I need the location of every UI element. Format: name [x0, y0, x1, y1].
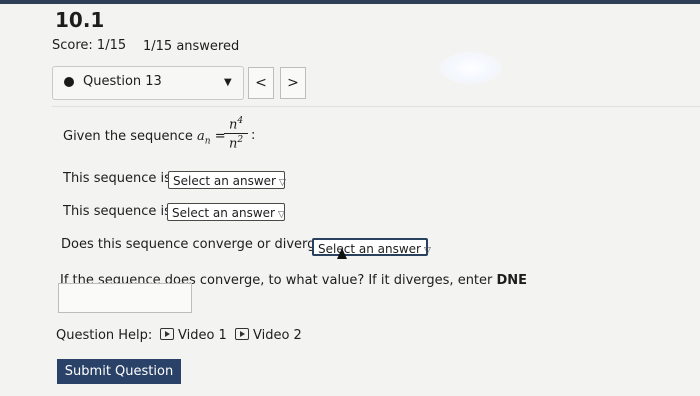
given-sequence-text: Given the sequence an = [63, 129, 226, 147]
mouse-cursor-icon [337, 248, 347, 259]
video-play-icon [160, 328, 174, 340]
screen-glare [440, 52, 502, 84]
limit-answer-input[interactable] [58, 283, 192, 313]
bounded-prompt: This sequence is [63, 204, 171, 219]
sequence-symbol: an [197, 129, 211, 147]
video-1-link[interactable]: Video 1 [160, 328, 227, 343]
chevron-down-icon: ▽ [277, 210, 285, 220]
monotonic-select[interactable]: Select an answer ▽ [168, 171, 286, 189]
video-play-icon [235, 328, 249, 340]
converge-select[interactable]: Select an answer ▽ [312, 238, 431, 256]
submit-question-button[interactable]: Submit Question [57, 359, 181, 384]
colon: : [251, 128, 256, 143]
fraction-denominator: n2 [228, 135, 244, 152]
top-accent-bar [0, 0, 700, 4]
sequence-fraction: n4 n2 [224, 116, 248, 152]
monotonic-prompt: This sequence is [63, 171, 171, 186]
fraction-numerator: n4 [228, 116, 244, 133]
video-2-link[interactable]: Video 2 [235, 328, 302, 343]
caret-down-icon: ▼ [224, 77, 232, 88]
converge-select-value: Select an answer [318, 242, 421, 256]
converge-prompt: Does this sequence converge or diverge? [61, 237, 331, 252]
status-dot-icon [64, 77, 74, 87]
score-text: Score: 1/15 [52, 38, 127, 53]
bounded-select-value: Select an answer [172, 206, 275, 220]
given-label: Given the sequence [63, 129, 193, 144]
question-selector[interactable]: Question 13 ▼ [52, 66, 244, 100]
bounded-select[interactable]: Select an answer ▽ [167, 203, 285, 221]
question-help-label: Question Help: [56, 328, 153, 343]
next-question-button[interactable]: > [280, 67, 306, 99]
monotonic-select-value: Select an answer [173, 174, 276, 188]
divider [52, 106, 700, 107]
chevron-down-icon: ▽ [423, 246, 431, 256]
answered-count: 1/15 answered [143, 39, 240, 54]
chevron-down-icon: ▽ [278, 178, 286, 188]
assignment-title: 10.1 [55, 8, 105, 32]
previous-question-button[interactable]: < [248, 67, 274, 99]
dne-label: DNE [496, 273, 528, 288]
question-selector-label: Question 13 [83, 74, 162, 89]
